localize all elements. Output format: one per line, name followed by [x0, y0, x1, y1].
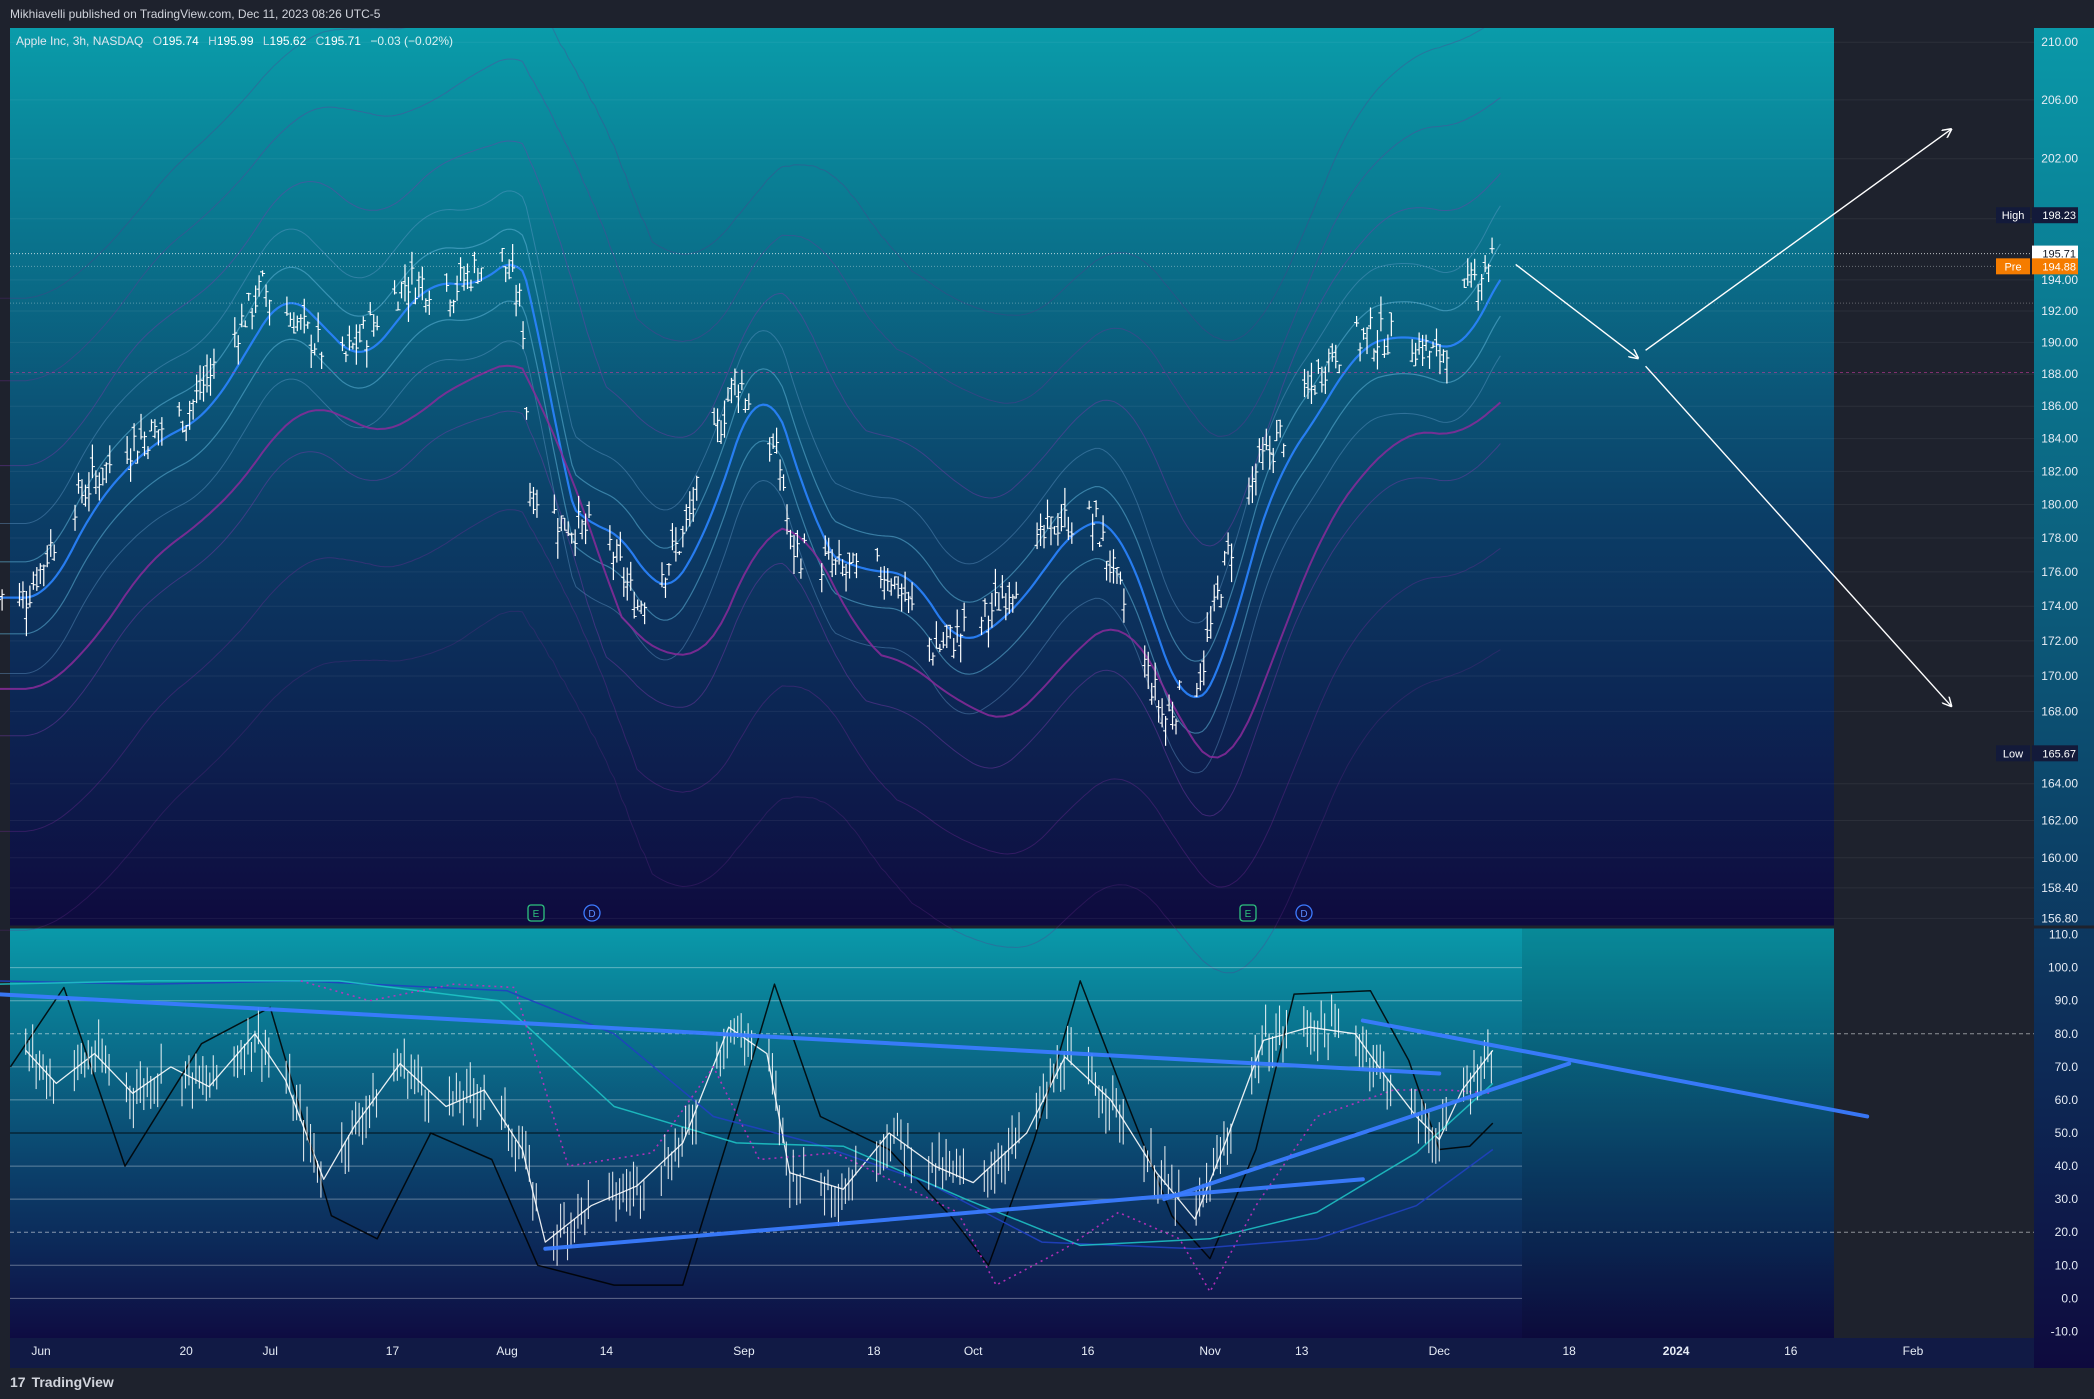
price-tick-label: 190.00 — [2041, 335, 2078, 349]
high-value: 195.99 — [216, 34, 254, 48]
earnings-marker-label: E — [1245, 909, 1252, 920]
time-tick-label: 20 — [179, 1344, 193, 1358]
dividend-marker-label: D — [1300, 909, 1307, 920]
low-label: L — [262, 34, 270, 48]
close-value: 195.71 — [324, 34, 361, 48]
time-tick-label: 16 — [1784, 1344, 1798, 1358]
symbol-name[interactable]: Apple Inc, 3h, NASDAQ — [16, 34, 143, 48]
price-tick-label: 202.00 — [2041, 152, 2078, 166]
publisher-line: Mikhiavelli published on TradingView.com… — [10, 7, 381, 21]
price-tick-label: 194.00 — [2041, 273, 2078, 287]
footer-bar: 17 TradingView — [0, 1368, 2094, 1399]
time-tick-label: Aug — [496, 1344, 517, 1358]
price-tick-label: 172.00 — [2041, 634, 2078, 648]
dividend-marker-label: D — [588, 909, 595, 920]
price-tick-label: 178.00 — [2041, 531, 2078, 545]
tradingview-brand[interactable]: 17 TradingView — [10, 1374, 114, 1390]
price-tick-label: 192.00 — [2041, 304, 2078, 318]
time-tick-label: Jun — [31, 1344, 50, 1358]
high-label: H — [208, 34, 217, 48]
price-tick-label: 174.00 — [2041, 599, 2078, 613]
publisher-bar: Mikhiavelli published on TradingView.com… — [0, 0, 2094, 28]
price-tick-label: 186.00 — [2041, 399, 2078, 413]
oscillator-tick-label: 60.0 — [2055, 1093, 2079, 1107]
pre-market-badge-value: 194.88 — [2042, 261, 2076, 273]
oscillator-tick-label: 30.0 — [2055, 1192, 2079, 1206]
time-tick-label: 17 — [386, 1344, 400, 1358]
time-tick-label: Dec — [1429, 1344, 1450, 1358]
oscillator-tick-label: 80.0 — [2055, 1027, 2079, 1041]
time-tick-label: Nov — [1199, 1344, 1220, 1358]
time-tick-label: 18 — [867, 1344, 881, 1358]
open-value: 195.74 — [162, 34, 199, 48]
price-tick-label: 162.00 — [2041, 813, 2078, 827]
price-tick-label: 180.00 — [2041, 498, 2078, 512]
change-value: −0.03 (−0.02%) — [370, 34, 454, 48]
price-tick-label: 188.00 — [2041, 367, 2078, 381]
price-tick-label: 170.00 — [2041, 669, 2078, 683]
close-label: C — [315, 34, 325, 48]
open-label: O — [152, 34, 163, 48]
time-tick-label: Oct — [964, 1344, 983, 1358]
time-tick-label: 14 — [600, 1344, 614, 1358]
low-price-badge-value: 165.67 — [2042, 748, 2076, 760]
price-tick-label: 160.00 — [2041, 851, 2078, 865]
oscillator-tick-label: 100.0 — [2048, 961, 2078, 975]
brand-name: TradingView — [31, 1374, 114, 1390]
price-pane-background — [10, 28, 1834, 926]
time-axis-panel — [10, 1338, 2034, 1368]
price-tick-label: 156.80 — [2041, 911, 2078, 925]
price-tick-label: 206.00 — [2041, 93, 2078, 107]
price-tick-label: 168.00 — [2041, 704, 2078, 718]
time-tick-label: 13 — [1295, 1344, 1309, 1358]
high-price-badge-value: 198.23 — [2042, 210, 2076, 222]
oscillator-tick-label: 90.0 — [2055, 994, 2079, 1008]
oscillator-tick-label: 20.0 — [2055, 1225, 2079, 1239]
high-price-badge-label: High — [2002, 210, 2025, 222]
low-price-badge-label: Low — [2003, 748, 2023, 760]
time-tick-label: Feb — [1903, 1344, 1924, 1358]
price-tick-label: 184.00 — [2041, 432, 2078, 446]
price-tick-label: 182.00 — [2041, 464, 2078, 478]
oscillator-tick-label: -10.0 — [2051, 1324, 2079, 1338]
pre-market-badge-label: Pre — [2004, 261, 2021, 273]
symbol-legend: Apple Inc, 3h, NASDAQ O195.74 H195.99 L1… — [16, 34, 453, 48]
time-tick-label: 2024 — [1663, 1344, 1690, 1358]
chart-canvas: EDED 210.00206.00202.00198.00194.00192.0… — [0, 0, 2094, 1368]
time-tick-label: Jul — [263, 1344, 278, 1358]
earnings-marker-label: E — [533, 909, 540, 920]
oscillator-tick-label: 40.0 — [2055, 1159, 2079, 1173]
oscillator-tick-label: 0.0 — [2061, 1291, 2078, 1305]
future-area-shade — [1522, 928, 1834, 1338]
oscillator-tick-label: 110.0 — [2049, 928, 2078, 942]
price-tick-label: 158.40 — [2041, 881, 2078, 895]
price-tick-label: 176.00 — [2041, 565, 2078, 579]
oscillator-tick-label: 50.0 — [2055, 1126, 2079, 1140]
tradingview-logo-icon: 17 — [10, 1374, 26, 1390]
low-value: 195.62 — [269, 34, 307, 48]
oscillator-tick-label: 70.0 — [2055, 1060, 2079, 1074]
time-tick-label: 18 — [1562, 1344, 1576, 1358]
price-tick-label: 210.00 — [2041, 35, 2078, 49]
price-tick-label: 164.00 — [2041, 777, 2078, 791]
time-tick-label: 16 — [1081, 1344, 1095, 1358]
oscillator-tick-label: 10.0 — [2055, 1258, 2079, 1272]
time-tick-label: Sep — [733, 1344, 755, 1358]
